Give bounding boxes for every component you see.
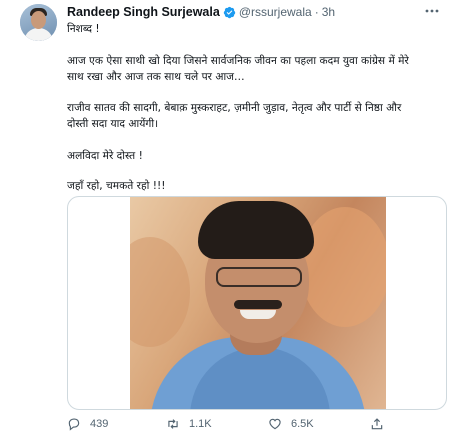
author-avatar[interactable]: [20, 4, 57, 41]
reply-count: 439: [90, 418, 109, 430]
retweet-count: 1.1K: [189, 418, 212, 430]
verified-badge-icon: [223, 6, 236, 18]
like-count: 6.5K: [291, 418, 314, 430]
retweet-button[interactable]: 1.1K: [166, 416, 212, 432]
reply-button[interactable]: 439: [67, 416, 108, 432]
tweet-photo[interactable]: [130, 197, 386, 409]
like-button[interactable]: 6.5K: [268, 416, 314, 432]
retweet-icon: [168, 419, 178, 429]
tweet-media[interactable]: [67, 196, 447, 410]
reply-icon: [68, 418, 80, 431]
author-handle[interactable]: @rssurjewala: [239, 5, 312, 19]
separator-dot: ·: [314, 5, 319, 19]
author-name[interactable]: Randeep Singh Surjewala: [67, 5, 220, 19]
heart-icon: [269, 418, 281, 430]
tweet-timestamp[interactable]: 3h: [322, 5, 335, 19]
tweet-header: Randeep Singh Surjewala @rssurjewala · 3…: [67, 4, 335, 20]
tweet-actions: 439 1.1K 6.5K: [67, 416, 447, 432]
tweet-paragraph: जहाँ रहो, चमकते रहो !!!: [67, 180, 166, 192]
share-button[interactable]: [370, 416, 393, 432]
share-icon: [371, 418, 383, 430]
tweet-paragraph: निशब्द !: [67, 23, 100, 35]
tweet-paragraph: अलविदा मेरे दोस्त !: [67, 150, 143, 162]
tweet-paragraph: आज एक ऐसा साथी खो दिया जिसने सार्वजनिक ज…: [67, 55, 409, 83]
tweet-paragraph: राजीव सातव की सादगी, बेबाक़ मुस्कराहट, ज…: [67, 102, 402, 130]
more-options-icon[interactable]: [424, 6, 440, 16]
tweet[interactable]: Randeep Singh Surjewala @rssurjewala · 3…: [0, 0, 449, 433]
